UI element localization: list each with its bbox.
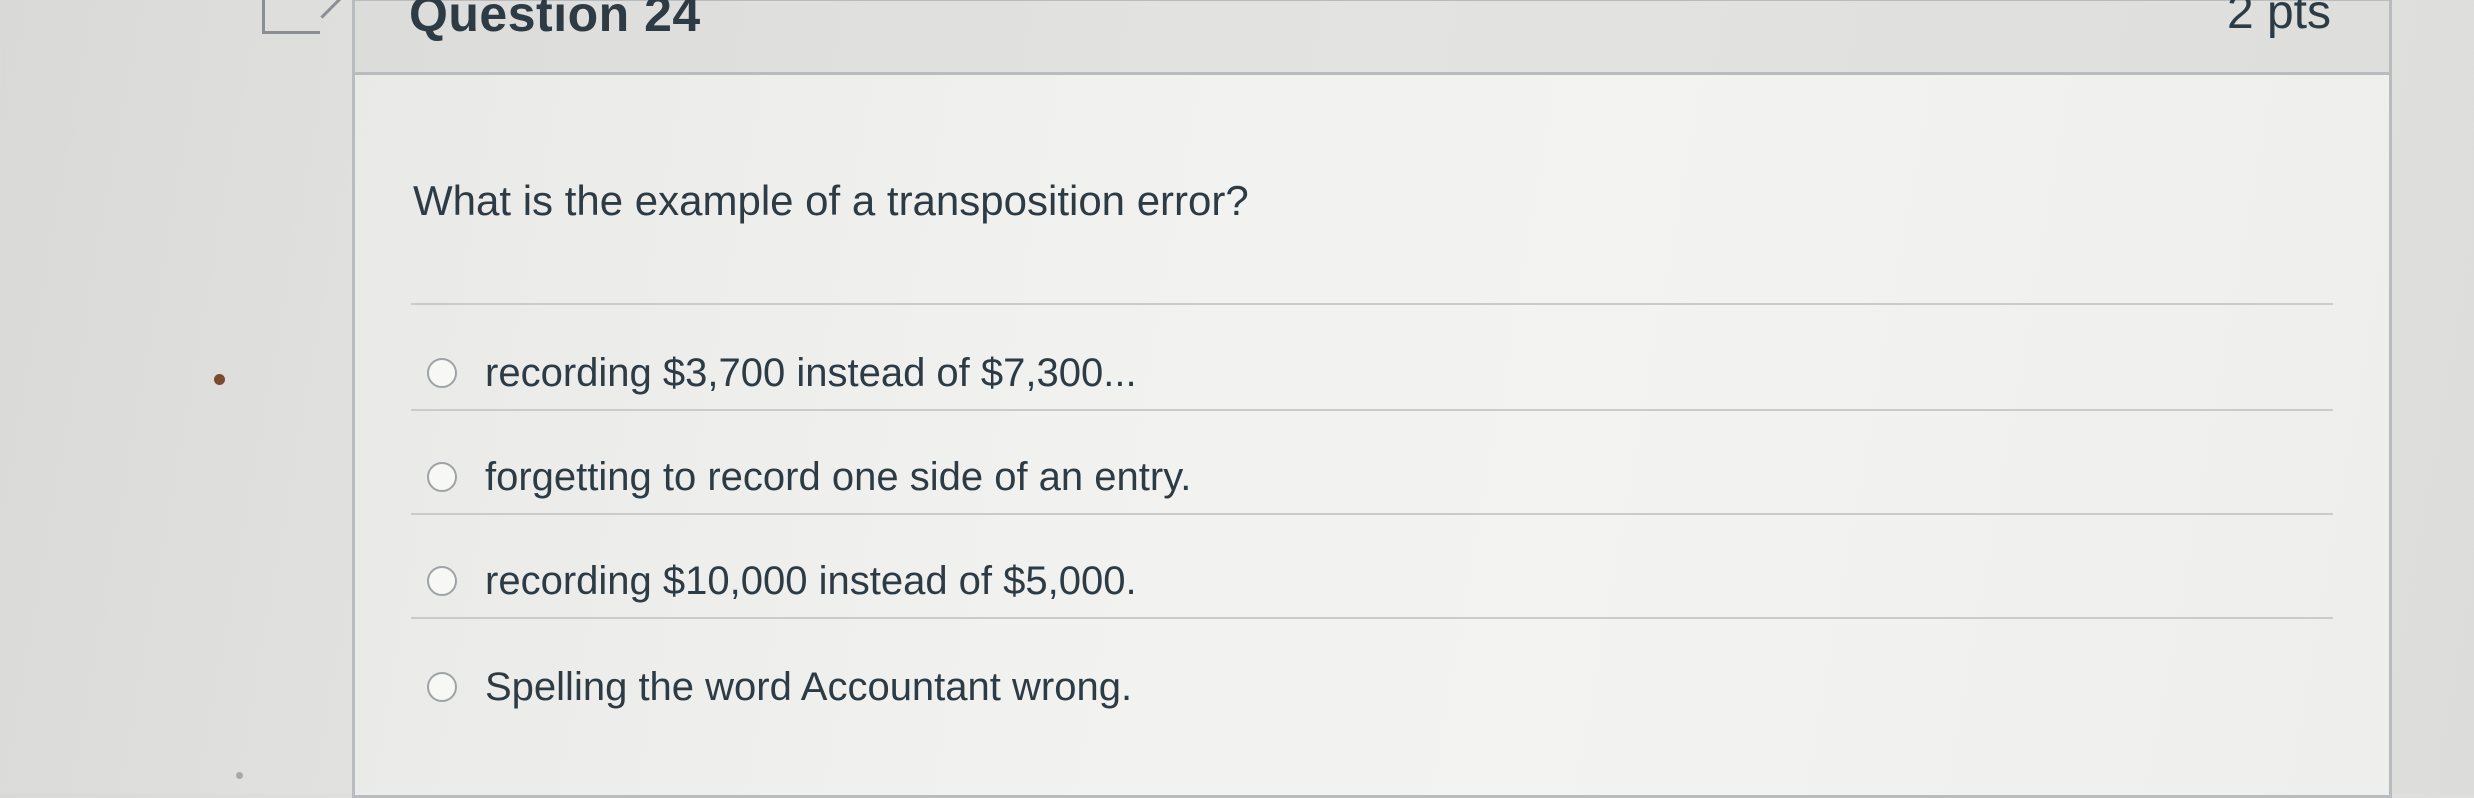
divider xyxy=(411,409,2333,411)
answer-option[interactable]: Spelling the word Accountant wrong. xyxy=(427,657,1132,717)
answer-label[interactable]: Spelling the word Accountant wrong. xyxy=(485,665,1132,710)
radio-unchecked-icon[interactable] xyxy=(427,462,457,492)
divider xyxy=(411,303,2333,305)
radio-unchecked-icon[interactable] xyxy=(427,566,457,596)
radio-unchecked-icon[interactable] xyxy=(427,358,457,388)
question-text: What is the example of a transposition e… xyxy=(413,177,1249,224)
answer-option[interactable]: recording $3,700 instead of $7,300... xyxy=(427,343,1137,403)
gutter-mark-small xyxy=(236,772,243,779)
answer-label[interactable]: recording $3,700 instead of $7,300... xyxy=(485,351,1137,396)
answer-label[interactable]: recording $10,000 instead of $5,000. xyxy=(485,559,1137,604)
question-title: Question 24 xyxy=(409,0,701,42)
question-points: 2 pts xyxy=(2226,0,2331,39)
question-card: Question 24 2 pts What is the example of… xyxy=(352,0,2392,798)
question-header: Question 24 2 pts xyxy=(355,0,2389,75)
gutter-mark xyxy=(214,374,225,385)
divider xyxy=(411,513,2333,515)
answer-option[interactable]: forgetting to record one side of an entr… xyxy=(427,447,1191,507)
divider xyxy=(411,617,2333,619)
flag-question-icon[interactable] xyxy=(262,0,320,34)
radio-unchecked-icon[interactable] xyxy=(427,672,457,702)
answer-option[interactable]: recording $10,000 instead of $5,000. xyxy=(427,551,1137,611)
answer-label[interactable]: forgetting to record one side of an entr… xyxy=(485,455,1191,500)
